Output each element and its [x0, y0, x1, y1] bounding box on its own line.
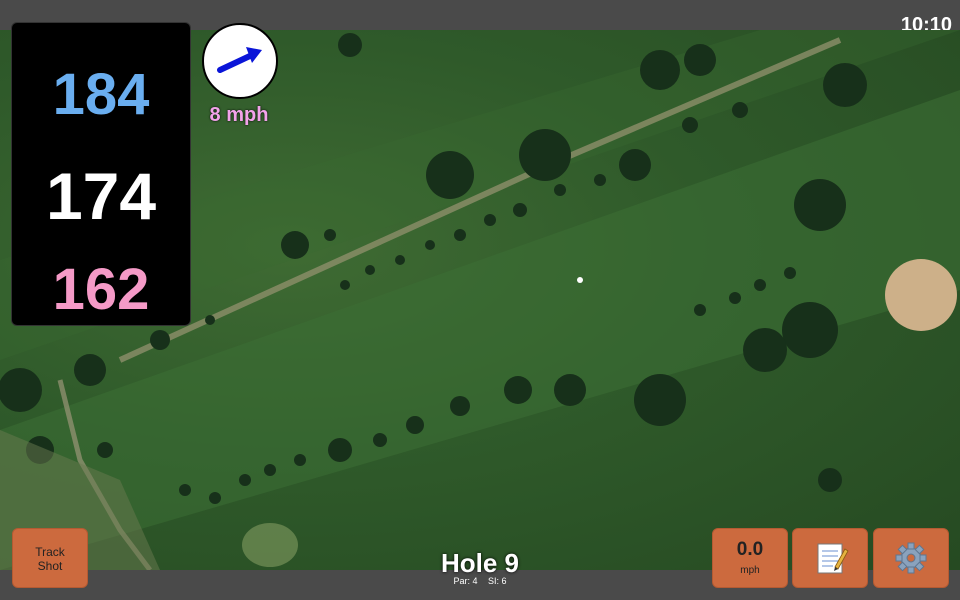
back-distance: 184	[52, 62, 150, 127]
notepad-icon	[817, 543, 849, 574]
gear-icon	[895, 542, 927, 574]
track-shot-label-line2: Shot	[37, 559, 63, 573]
speed-value: 0.0	[736, 539, 764, 560]
notes-button[interactable]	[792, 528, 868, 588]
wind-arrow-icon	[217, 47, 262, 73]
stroke-index-label: SI: 6	[488, 576, 507, 586]
par-label: Par: 4	[453, 576, 478, 586]
hole-info: Par: 4 SI: 6	[380, 576, 580, 586]
speed-unit: mph	[740, 565, 760, 576]
front-distance: 162	[52, 257, 150, 322]
center-distance: 174	[45, 159, 157, 233]
wind-compass	[202, 23, 278, 99]
wind-speed: 8 mph	[209, 104, 269, 126]
track-shot-button[interactable]: Track Shot	[12, 528, 88, 588]
hole-title: Hole 9	[440, 548, 520, 578]
track-shot-label-line1: Track	[35, 545, 65, 559]
speed-button[interactable]: 0.0 mph	[712, 528, 788, 588]
distance-panel: 184 174 162	[11, 22, 191, 326]
settings-button[interactable]	[873, 528, 949, 588]
